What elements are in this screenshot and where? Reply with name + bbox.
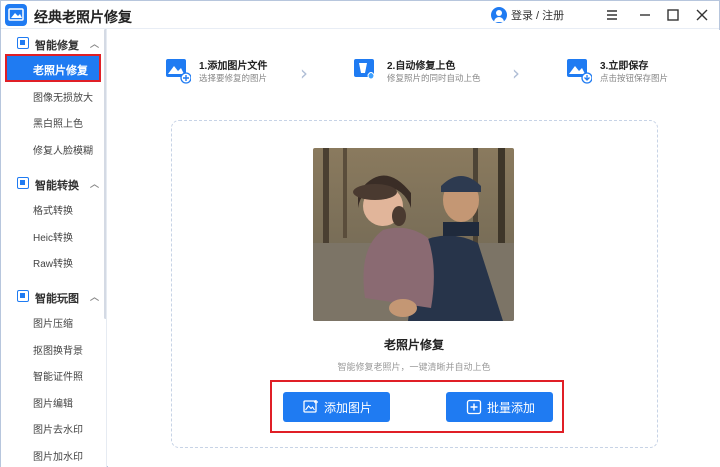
- sidebar-item-face-deblur[interactable]: 修复人脸模糊: [33, 142, 93, 157]
- main-panel: 1.添加图片文件 选择要修复的图片 › 2.自动修复上色 修复照片的同时自动上色…: [108, 30, 720, 467]
- sidebar-item-raw-convert[interactable]: Raw转换: [33, 255, 73, 270]
- sidebar-item-colorize[interactable]: 黑白照上色: [33, 115, 83, 130]
- sample-photo: [313, 148, 514, 321]
- page-title: 老照片修复: [383, 338, 444, 352]
- maximize-button[interactable]: [663, 5, 683, 25]
- batch-add-icon: [466, 399, 482, 415]
- title-bar: 经典老照片修复 登录 / 注册: [1, 1, 719, 29]
- login-label: 登录 / 注册: [511, 10, 565, 22]
- chevron-up-icon: ︿: [90, 292, 100, 302]
- app-window: 经典老照片修复 登录 / 注册 智能修复 ︿ 老照片修复 图像无损放大 黑白照上…: [0, 0, 720, 467]
- step-arrow-icon: ›: [300, 61, 308, 85]
- repair-group-icon: [17, 37, 29, 49]
- image-add-icon: [303, 400, 318, 413]
- app-logo-icon: [5, 4, 27, 26]
- sidebar-item-heic-convert[interactable]: Heic转换: [33, 229, 73, 244]
- image-add-icon: [166, 59, 191, 84]
- sidebar-item-remove-watermark[interactable]: 图片去水印: [33, 421, 83, 436]
- minimize-button[interactable]: [635, 5, 655, 25]
- sidebar: 智能修复 ︿ 老照片修复 图像无损放大 黑白照上色 修复人脸模糊 智能转换 ︿ …: [1, 29, 107, 467]
- maximize-icon: [667, 9, 679, 21]
- add-image-button[interactable]: 添加图片: [283, 392, 390, 422]
- sidebar-item-compress[interactable]: 图片压缩: [33, 315, 73, 330]
- page-subtitle: 智能修复老照片，一键清晰并自动上色: [337, 362, 491, 372]
- step-arrow-icon: ›: [512, 61, 520, 85]
- play-group-icon: [17, 290, 29, 302]
- sidebar-item-cutout[interactable]: 抠图换背景: [33, 342, 83, 357]
- chevron-up-icon: ︿: [90, 179, 100, 189]
- login-button[interactable]: 登录 / 注册: [491, 6, 564, 24]
- sidebar-scrollbar[interactable]: [104, 29, 106, 319]
- menu-button[interactable]: [602, 5, 622, 25]
- sidebar-item-format-convert[interactable]: 格式转换: [33, 202, 73, 217]
- app-title: 经典老照片修复: [34, 9, 132, 25]
- sidebar-item-image-upscale[interactable]: 图像无损放大: [33, 89, 93, 104]
- menu-icon: [607, 10, 617, 20]
- minimize-icon: [640, 14, 650, 16]
- close-icon: [696, 9, 708, 21]
- sidebar-item-old-photo-repair[interactable]: 老照片修复: [5, 54, 101, 82]
- close-button[interactable]: [692, 5, 712, 25]
- sidebar-group-smart-repair[interactable]: 智能修复 ︿: [1, 33, 101, 55]
- sidebar-item-image-edit[interactable]: 图片编辑: [33, 395, 73, 410]
- user-icon: [491, 7, 507, 23]
- image-save-icon: [567, 59, 592, 84]
- paint-bucket-icon: [354, 59, 375, 80]
- sidebar-group-smart-play[interactable]: 智能玩图 ︿: [1, 286, 101, 308]
- chevron-up-icon: ︿: [90, 39, 100, 49]
- sidebar-group-smart-convert[interactable]: 智能转换 ︿: [1, 173, 101, 195]
- sidebar-item-id-photo[interactable]: 智能证件照: [33, 368, 83, 383]
- sidebar-item-add-watermark[interactable]: 图片加水印: [33, 448, 83, 463]
- batch-add-button[interactable]: 批量添加: [446, 392, 553, 422]
- convert-group-icon: [17, 177, 29, 189]
